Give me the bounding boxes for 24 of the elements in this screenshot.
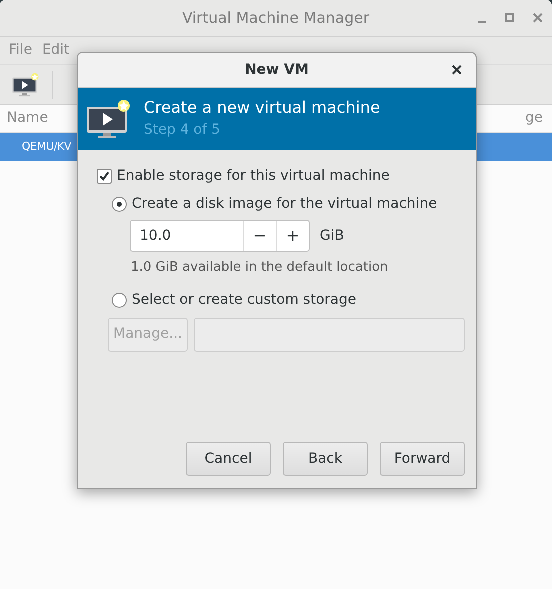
checkbox-label: Enable storage for this virtual machine [117,166,390,186]
maximize-icon[interactable] [504,12,516,24]
dialog-button[interactable]: Back [283,442,368,476]
radio-label: Select or create custom storage [132,291,356,310]
dialog-title: New VM [245,60,309,80]
window-title: Virtual Machine Manager [182,8,370,29]
decrement-button[interactable]: − [243,221,276,251]
banner-title: Create a new virtual machine [144,97,380,119]
size-spinbox[interactable]: 10.0 − + [130,220,310,252]
checkbox[interactable] [97,168,112,184]
monitor-icon [86,99,132,139]
banner-subtitle: Step 4 of 5 [144,121,222,140]
storage-path-field[interactable] [194,318,465,352]
radio-button[interactable] [112,293,127,308]
increment-button[interactable]: + [276,221,309,251]
radio-label: Create a disk image for the virtual machine [132,194,438,214]
unit-label: GiB [320,226,344,246]
dialog-button[interactable]: Cancel [186,442,271,476]
new-vm-icon [12,72,40,98]
size-value: 10.0 [139,226,172,246]
radio-button[interactable] [112,196,127,212]
dialog-button[interactable]: Forward [380,442,465,476]
availability-text: 1.0 GiB available in the default location [131,259,390,277]
close-icon[interactable] [452,65,462,75]
